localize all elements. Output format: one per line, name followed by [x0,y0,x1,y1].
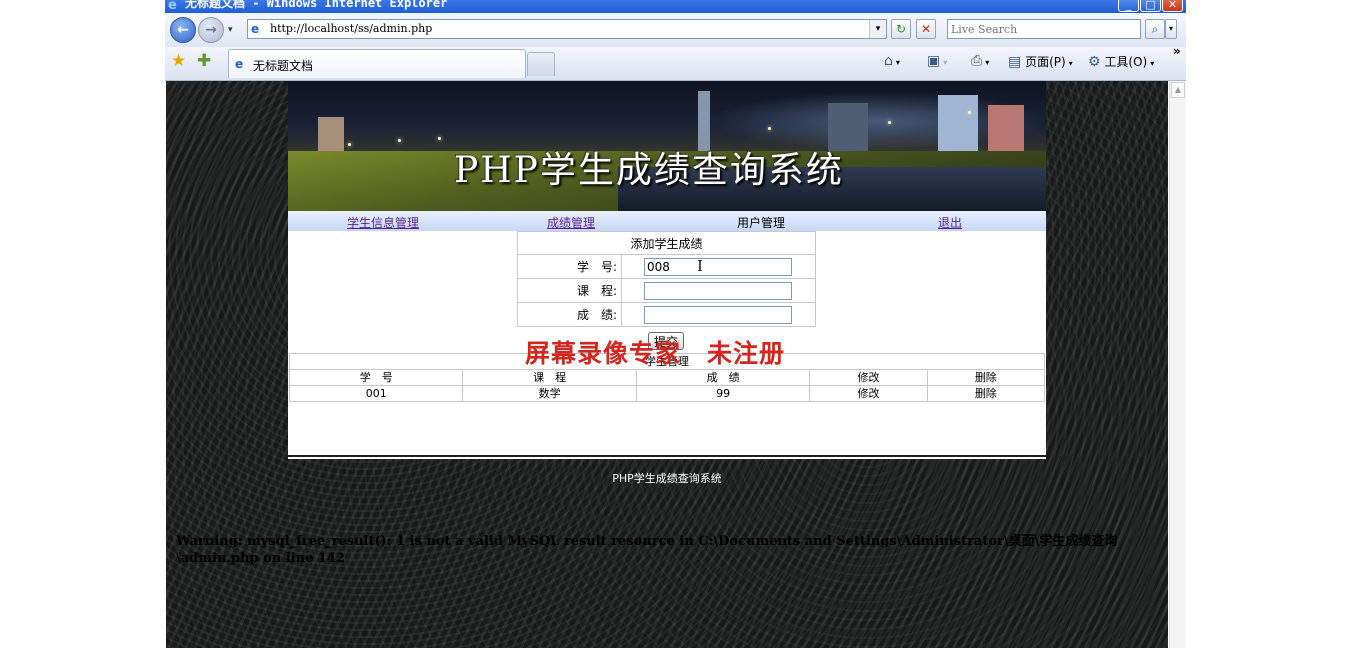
page-container: PHP学生成绩查询系统 学生信息管理 成绩管理 用户管理 退出 添加学生成绩 学… [288,81,1046,455]
forward-button[interactable]: → [198,17,224,43]
menu-student-info-link[interactable]: 学生信息管理 [347,214,419,231]
table-cell-edit[interactable]: 修改 [809,385,928,402]
search-icon[interactable]: ⌕ [1145,19,1165,39]
course-cell [621,278,816,303]
page-viewport: PHP学生成绩查询系统 学生信息管理 成绩管理 用户管理 退出 添加学生成绩 学… [166,81,1168,648]
score-input[interactable] [644,305,792,324]
score-cell [621,302,816,327]
minimize-button[interactable]: _ [1118,0,1139,12]
ie-logo-icon: e [168,0,177,13]
favorites-star-icon[interactable]: ★ [171,51,186,71]
add-score-form: 添加学生成绩 学 号: 课 程: 成 绩: [517,231,816,327]
tools-menu[interactable]: ⚙ 工具(O) ▾ [1088,53,1154,70]
table-cell-student-id: 001 [288,385,464,402]
more-commands-icon[interactable]: » [1173,44,1181,58]
course-input[interactable] [644,281,792,300]
student-id-cell [621,254,816,279]
print-button[interactable]: ⎙ ▾ [971,53,989,69]
page-icon: e [235,57,244,71]
vertical-scrollbar[interactable]: ▲ [1169,81,1186,648]
banner-light [968,111,971,114]
search-input[interactable] [951,21,1137,37]
footer-divider [288,455,1046,459]
tab-current[interactable]: e 无标题文档 [228,49,526,78]
table-cell-delete[interactable]: 删除 [926,385,1046,402]
banner-title: PHP学生成绩查询系统 [454,150,844,191]
close-button[interactable]: ✕ [1162,0,1183,12]
address-dropdown-icon[interactable]: ▾ [869,20,886,38]
new-tab-button[interactable] [527,52,555,76]
banner-light [768,127,771,130]
php-warning-message: Warning: mysql_free_result(): 1 is not a… [176,534,1118,566]
main-menu: 学生信息管理 成绩管理 用户管理 退出 [288,211,1046,231]
tab-label: 无标题文档 [253,59,314,73]
table-cell-course: 数学 [462,385,637,402]
banner-light [888,121,891,124]
form-caption: 添加学生成绩 [517,231,816,255]
maximize-button[interactable]: □ [1140,0,1161,12]
page-menu-icon: ▤ [1008,54,1022,70]
table-header: 修改 [809,369,928,386]
browser-window: e 无标题文档 - Windows Internet Explorer _ □ … [165,0,1186,648]
gear-icon: ⚙ [1088,54,1101,70]
table-header: 课 程 [462,369,637,386]
header-banner: PHP学生成绩查询系统 [288,81,1046,211]
back-button[interactable]: ← [170,17,196,43]
search-box[interactable] [947,19,1141,39]
home-button[interactable]: ⌂ ▾ [884,53,900,69]
student-id-input[interactable] [644,257,792,276]
print-icon: ⎙ [971,53,983,69]
table-cell-score: 99 [635,385,811,402]
menu-logout-link[interactable]: 退出 [938,214,962,231]
text-cursor-icon: I [697,257,703,275]
banner-building [938,95,978,151]
table-header: 学 号 [288,369,464,386]
feeds-icon: ▣ [927,53,941,69]
banner-building [318,117,344,151]
refresh-button[interactable]: ↻ [891,19,911,39]
footer-text: PHP学生成绩查询系统 [612,472,722,485]
table-header-row: 学 号 课 程 成 绩 修改 删除 [288,369,1046,386]
recorder-watermark: 屏幕录像专家 未注册 [525,339,786,368]
table-row: 001 数学 99 修改 删除 [288,385,1046,402]
tools-menu-label: 工具(O) [1104,55,1148,69]
banner-light [398,139,401,142]
table-header: 成 绩 [635,369,811,386]
title-bar: e 无标题文档 - Windows Internet Explorer _ □ … [165,0,1186,13]
stop-button[interactable]: ✕ [916,19,936,39]
banner-light [348,143,351,146]
home-icon: ⌂ [884,53,893,69]
navigation-toolbar: ← → ▾ e http://localhost/ss/admin.php ▾ … [165,13,1186,48]
table-header: 删除 [926,369,1046,386]
address-url[interactable]: http://localhost/ss/admin.php [270,22,432,35]
banner-building [988,105,1024,151]
feeds-button[interactable]: ▣ ▾ [927,53,947,69]
window-title: 无标题文档 - Windows Internet Explorer [185,0,448,10]
page-icon: e [251,22,260,36]
page-menu[interactable]: ▤ 页面(P) ▾ [1008,53,1073,70]
add-favorites-icon[interactable]: ✚ [197,51,211,71]
search-options-dropdown-icon[interactable]: ▾ [1165,19,1177,39]
student-id-label: 学 号: [517,254,622,279]
scroll-up-icon[interactable]: ▲ [1171,82,1185,98]
menu-score-mgmt-link[interactable]: 成绩管理 [547,214,595,231]
menu-user-mgmt: 用户管理 [737,216,786,230]
address-bar[interactable]: e http://localhost/ss/admin.php ▾ [247,19,887,39]
recent-pages-dropdown-icon[interactable]: ▾ [228,25,233,35]
course-label: 课 程: [517,278,622,303]
banner-light [438,137,441,140]
score-label: 成 绩: [517,302,622,327]
page-menu-label: 页面(P) [1025,55,1066,69]
tab-toolbar: ★ ✚ e 无标题文档 ⌂ ▾ ▣ ▾ ⎙ ▾ ▤ 页面(P) ▾ ⚙ 工具(O) ▾ » [165,44,1186,81]
